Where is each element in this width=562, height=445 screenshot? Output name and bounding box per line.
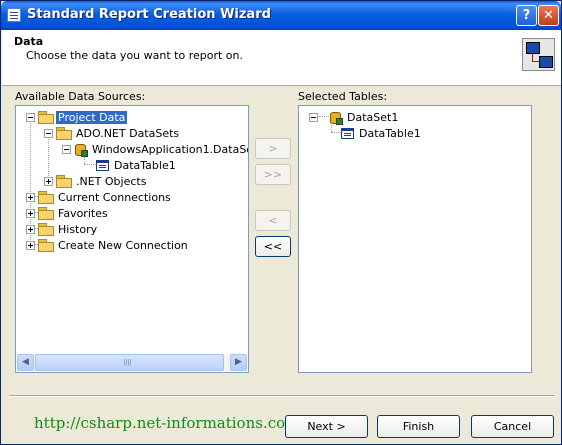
folder-open-icon xyxy=(56,127,72,140)
scroll-right-icon[interactable]: ▶ xyxy=(230,354,247,371)
watermark-url: http://csharp.net-informations.com xyxy=(34,414,300,432)
tree-item-datatable[interactable]: DataTable1 xyxy=(96,157,178,173)
collapse-icon[interactable] xyxy=(26,112,35,122)
tree-item-selected-datatable[interactable]: DataTable1 xyxy=(341,125,423,141)
add-table-button[interactable]: > xyxy=(255,138,291,159)
horizontal-scrollbar[interactable]: ◀ ▶ xyxy=(17,354,247,371)
expand-icon[interactable] xyxy=(26,192,35,202)
divider xyxy=(9,395,555,397)
table-link-icon xyxy=(522,38,555,71)
tree-item-label: DataTable1 xyxy=(114,158,176,172)
selected-tables-tree[interactable]: DataSet1 DataTable1 xyxy=(298,105,532,373)
remove-table-button[interactable]: < xyxy=(255,210,291,231)
expand-icon[interactable] xyxy=(44,176,53,186)
collapse-icon[interactable] xyxy=(44,128,53,138)
tree-item-label: History xyxy=(58,222,98,236)
tree-item-label: Create New Connection xyxy=(58,238,188,252)
available-data-sources-tree[interactable]: Project Data ADO.NET DataSets WindowsApp… xyxy=(15,105,249,373)
dataset-icon xyxy=(329,111,343,125)
tree-item-history[interactable]: History xyxy=(26,221,99,237)
window-title: Standard Report Creation Wizard xyxy=(27,7,271,22)
scroll-thumb[interactable] xyxy=(35,354,224,371)
finish-button[interactable]: Finish xyxy=(377,415,460,438)
wizard-header: Data Choose the data you want to report … xyxy=(2,30,561,86)
tree-item-label: Current Connections xyxy=(58,190,171,204)
available-data-sources-label: Available Data Sources: xyxy=(15,90,146,103)
close-button[interactable]: ✕ xyxy=(538,5,559,26)
expand-icon[interactable] xyxy=(26,208,35,218)
folder-icon xyxy=(38,239,54,252)
tree-item-create-new-connection[interactable]: Create New Connection xyxy=(26,237,190,253)
next-button[interactable]: Next > xyxy=(285,415,368,438)
add-all-tables-button[interactable]: >> xyxy=(255,164,291,185)
tree-item-windows-app-dataset[interactable]: WindowsApplication1.DataSet1 xyxy=(62,141,249,157)
collapse-icon[interactable] xyxy=(62,144,71,154)
help-button[interactable]: ? xyxy=(516,5,537,26)
expand-icon[interactable] xyxy=(26,240,35,250)
collapse-icon[interactable] xyxy=(309,112,318,122)
tree-item-dataset1[interactable]: DataSet1 xyxy=(309,109,400,125)
tree-item-project-data[interactable]: Project Data xyxy=(26,109,128,125)
table-icon xyxy=(341,127,354,139)
cancel-button[interactable]: Cancel xyxy=(471,415,554,438)
tree-item-net-objects[interactable]: .NET Objects xyxy=(44,173,148,189)
window-icon xyxy=(7,8,21,22)
tree-item-favorites[interactable]: Favorites xyxy=(26,205,110,221)
tree-item-label: Project Data xyxy=(56,110,128,124)
tree-item-label: .NET Objects xyxy=(76,174,147,188)
wizard-window: Standard Report Creation Wizard ? ✕ Data… xyxy=(0,0,562,445)
tree-item-ado-net-datasets[interactable]: ADO.NET DataSets xyxy=(44,125,181,141)
tree-item-label: Favorites xyxy=(58,206,108,220)
tree-item-label: DataSet1 xyxy=(347,110,399,124)
tree-item-current-connections[interactable]: Current Connections xyxy=(26,189,173,205)
scroll-left-icon[interactable]: ◀ xyxy=(17,354,34,371)
tree-item-label: WindowsApplication1.DataSet1 xyxy=(92,142,249,156)
folder-icon xyxy=(38,207,54,220)
folder-icon xyxy=(56,175,72,188)
page-subtitle: Choose the data you want to report on. xyxy=(26,49,243,62)
folder-open-icon xyxy=(38,111,54,124)
page-title: Data xyxy=(14,35,44,48)
title-bar[interactable]: Standard Report Creation Wizard ? ✕ xyxy=(1,1,561,30)
table-icon xyxy=(96,159,109,171)
selected-tables-label: Selected Tables: xyxy=(298,90,388,103)
expand-icon[interactable] xyxy=(26,224,35,234)
folder-icon xyxy=(38,191,54,204)
folder-icon xyxy=(38,223,54,236)
dataset-icon xyxy=(74,143,88,157)
tree-item-label: ADO.NET DataSets xyxy=(76,126,180,140)
tree-item-label: DataTable1 xyxy=(359,126,421,140)
remove-all-tables-button[interactable]: << xyxy=(255,236,291,257)
